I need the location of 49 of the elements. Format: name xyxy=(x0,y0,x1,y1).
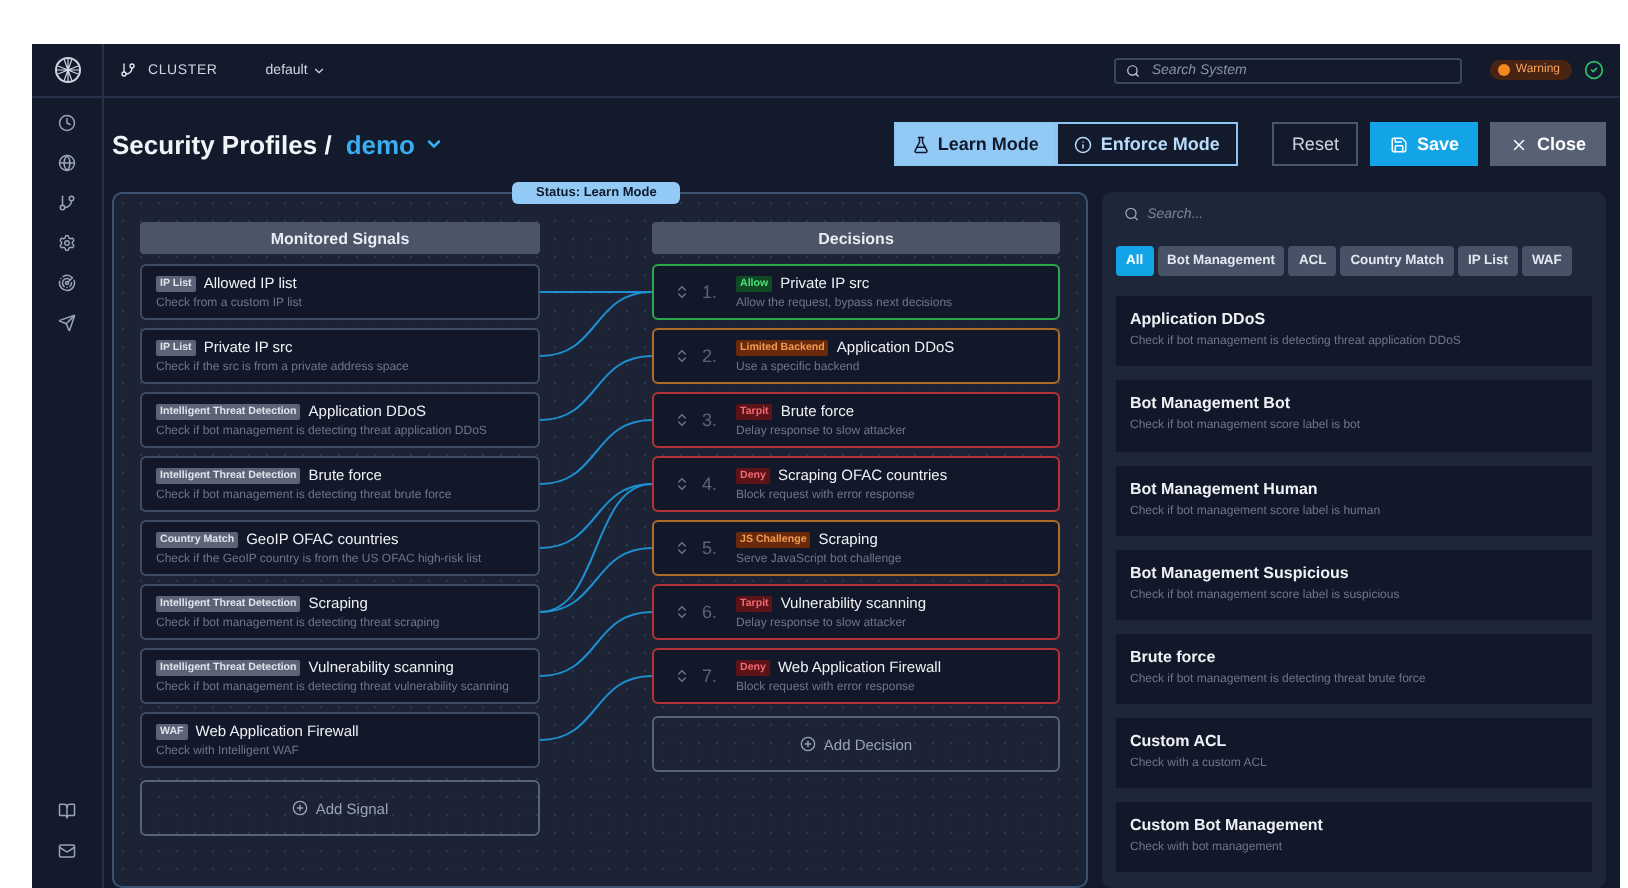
logo-icon[interactable] xyxy=(53,56,81,84)
chevron-down-icon xyxy=(423,134,443,154)
decision-number: 2. xyxy=(702,346,720,366)
library-item-name: Custom Bot Management xyxy=(1130,815,1325,834)
plus-circle-icon xyxy=(799,736,816,752)
mail-icon[interactable] xyxy=(58,842,76,860)
profile-dropdown[interactable]: demo xyxy=(345,129,443,159)
decision-number: 4. xyxy=(702,474,720,494)
decision-number: 1. xyxy=(702,282,720,302)
decision-number: 7. xyxy=(702,666,720,686)
search-icon xyxy=(1124,206,1140,223)
sidebar-nav-icon[interactable] xyxy=(58,234,76,252)
reorder-handle-icon[interactable] xyxy=(674,284,690,300)
book-icon[interactable] xyxy=(58,802,76,820)
library-item-name: Bot Management Human xyxy=(1130,479,1320,497)
library-item-name: Bot Management Bot xyxy=(1130,394,1292,413)
mode-toggle[interactable]: Enforce Mode xyxy=(1056,122,1238,166)
reorder-handle-icon[interactable] xyxy=(674,540,690,556)
sidebar-nav-icon[interactable] xyxy=(58,154,76,172)
reorder-handle-icon[interactable] xyxy=(674,476,690,492)
reorder-handle-icon[interactable] xyxy=(674,412,690,428)
plus-circle-icon xyxy=(291,800,308,816)
sidebar-nav-icon[interactable] xyxy=(58,274,76,292)
mode-toggle[interactable]: Learn Mode xyxy=(893,122,1057,166)
close-button[interactable]: Close xyxy=(1490,122,1606,166)
cluster-icon xyxy=(120,62,136,78)
library-item-name: Custom ACL xyxy=(1130,731,1229,750)
info-icon xyxy=(1074,135,1093,153)
library-item-name: Application DDoS xyxy=(1130,310,1268,329)
sidebar-nav-icon[interactable] xyxy=(58,194,76,212)
decision-number: 3. xyxy=(702,410,720,430)
sidebar-nav-icon[interactable] xyxy=(58,114,76,132)
flask-icon xyxy=(911,135,930,153)
sidebar-nav-icon[interactable] xyxy=(58,314,76,332)
column-header: Decisions xyxy=(652,222,1060,254)
column-header: Monitored Signals xyxy=(140,222,540,254)
decision-number: 5. xyxy=(702,538,720,558)
page-title: Security Profiles / xyxy=(112,129,332,159)
check-circle-icon xyxy=(1584,60,1604,80)
library-item-name: Bot Management Suspicious xyxy=(1130,563,1351,582)
reorder-handle-icon[interactable] xyxy=(674,604,690,620)
close-icon xyxy=(1510,135,1529,153)
library-item-name: Brute force xyxy=(1130,647,1218,666)
chevron-down-icon xyxy=(311,63,326,77)
search-icon xyxy=(1125,63,1140,77)
reorder-handle-icon[interactable] xyxy=(674,348,690,364)
decision-number: 6. xyxy=(702,602,720,622)
reorder-handle-icon[interactable] xyxy=(674,668,690,684)
reset-button[interactable]: Reset xyxy=(1271,122,1359,166)
